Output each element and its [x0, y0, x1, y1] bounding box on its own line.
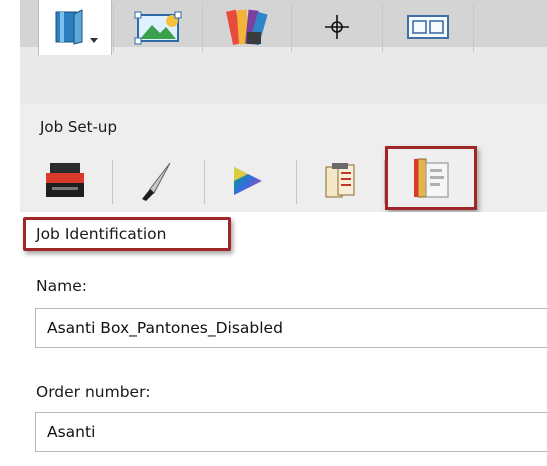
toolbar-separator: [473, 4, 474, 52]
subtool-button-color[interactable]: [206, 152, 290, 210]
checklist-icon: [320, 159, 360, 203]
image-edit-icon: [132, 9, 184, 45]
subtool-button-knife[interactable]: [116, 152, 196, 210]
subtool-button-job-document[interactable]: [385, 146, 477, 210]
job-document-icon: [408, 155, 454, 201]
knife-icon: [136, 159, 176, 203]
color-swatches-icon: [225, 6, 269, 48]
subtool-separator: [204, 160, 205, 204]
toolbar-button-image[interactable]: [114, 0, 202, 54]
toolbar-button-book[interactable]: [38, 0, 112, 55]
toolbar-button-layout[interactable]: [383, 0, 473, 54]
layout-frame-icon: [404, 12, 452, 42]
name-label: Name:: [36, 277, 87, 295]
subtool-button-printer[interactable]: [30, 152, 100, 210]
book-icon: [46, 8, 104, 48]
color-triangle-icon: [228, 161, 268, 201]
order-number-field[interactable]: [35, 412, 547, 452]
group-title-job-identification: Job Identification: [23, 217, 231, 251]
subtool-separator: [296, 160, 297, 204]
subtool-button-checklist[interactable]: [298, 152, 382, 210]
toolbar-button-crosshair[interactable]: [292, 0, 382, 54]
order-number-label: Order number:: [36, 383, 151, 401]
main-toolbar: [20, 47, 547, 104]
printer-icon: [42, 159, 88, 203]
name-field[interactable]: [35, 308, 547, 348]
section-title: Job Set-up: [40, 118, 117, 136]
toolbar-button-swatches[interactable]: [203, 0, 291, 54]
crosshair-icon: [322, 12, 352, 42]
subtool-separator: [112, 160, 113, 204]
